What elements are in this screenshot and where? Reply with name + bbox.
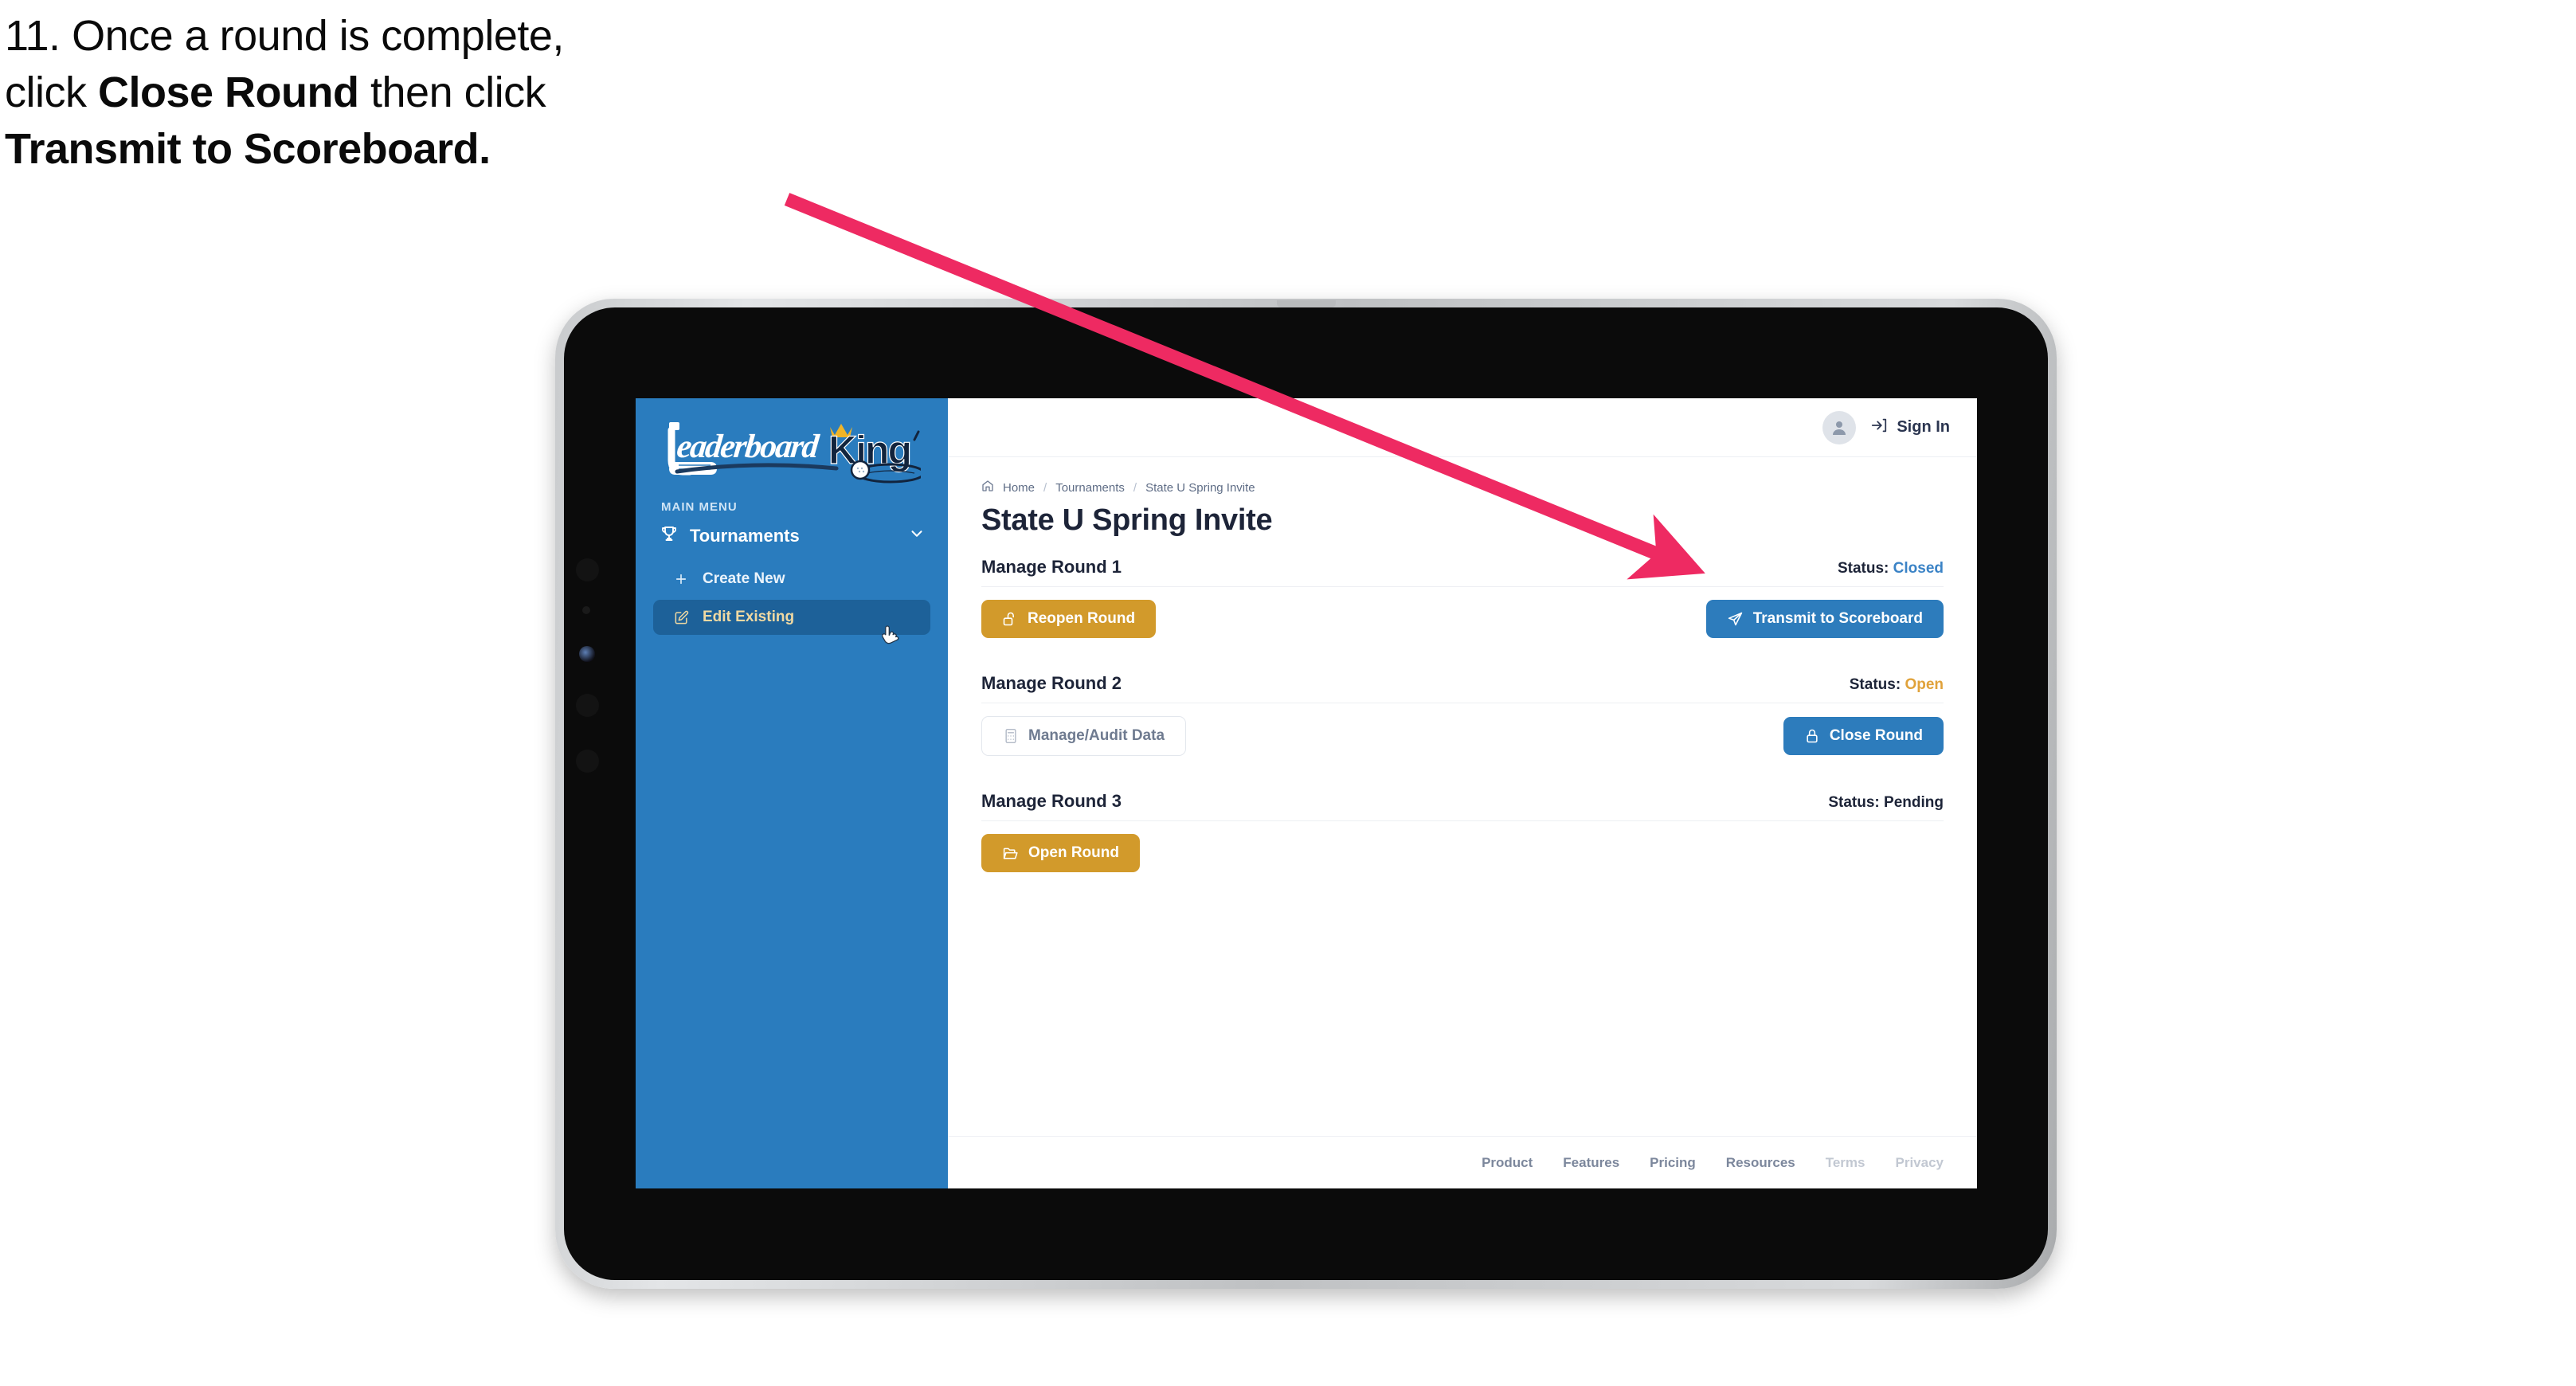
footer-link-terms[interactable]: Terms [1826, 1155, 1865, 1171]
sidebar-item-tournaments[interactable]: Tournaments [636, 514, 948, 558]
status-label: Status: [1849, 676, 1901, 693]
round-title: Manage Round 1 [981, 557, 1122, 577]
lock-icon [1804, 728, 1820, 744]
pointing-hand-cursor-icon [880, 624, 904, 652]
caption-line-3: Transmit to Scoreboard. [5, 127, 881, 170]
svg-text:eaderboard: eaderboard [675, 428, 821, 465]
round-header: Manage Round 2 Status: Open [981, 673, 1944, 703]
user-avatar-icon[interactable] [1822, 410, 1857, 444]
close-round-button[interactable]: Close Round [1783, 717, 1944, 755]
button-label: Open Round [1028, 844, 1119, 861]
open-round-button[interactable]: Open Round [981, 834, 1140, 872]
tablet-side-button-2 [576, 694, 599, 717]
round-section-2: Manage Round 2 Status: Open Manage/Audit… [981, 673, 1944, 756]
edit-pencil-icon [672, 610, 690, 625]
sidebar-item-label: Edit Existing [703, 609, 795, 625]
tablet-camera-lens [579, 646, 595, 662]
button-label: Reopen Round [1028, 610, 1136, 627]
sidebar-item-label: Create New [703, 570, 785, 587]
plus-icon [672, 572, 690, 586]
sidebar-section-label: MAIN MENU [661, 500, 738, 514]
caption-line-2-bold: Close Round [98, 69, 359, 116]
sign-in-label: Sign In [1897, 418, 1950, 436]
sidebar: eaderboard King King MAIN MENU Tournamen… [636, 398, 948, 1188]
caption-line-1: 11. Once a round is complete, [5, 12, 564, 60]
home-icon[interactable] [981, 480, 994, 495]
paper-plane-icon [1727, 611, 1744, 628]
sidebar-item-label: Tournaments [690, 526, 800, 546]
status-badge: Status: Open [1850, 676, 1944, 694]
footer: Product Features Pricing Resources Terms… [948, 1136, 1977, 1188]
round-header: Manage Round 3 Status: Pending [981, 791, 1944, 821]
breadcrumb-item-tournaments[interactable]: Tournaments [1055, 481, 1125, 495]
round-header: Manage Round 1 Status: Closed [981, 557, 1944, 587]
login-arrow-icon [1870, 417, 1888, 439]
tablet-side-button-1 [576, 558, 599, 581]
main-panel: Sign In Home / Tournaments / State U Spr… [948, 398, 1977, 1188]
status-value: Closed [1893, 560, 1944, 577]
sign-in-button[interactable]: Sign In [1870, 417, 1950, 439]
round-title: Manage Round 3 [981, 791, 1122, 811]
app-screen: eaderboard King King MAIN MENU Tournamen… [636, 398, 1977, 1188]
round-actions: Manage/Audit Data Close Round [981, 716, 1944, 756]
tablet-side-button-3 [576, 750, 599, 773]
top-bar: Sign In [948, 398, 1977, 457]
button-label: Transmit to Scoreboard [1752, 610, 1923, 627]
round-section-1: Manage Round 1 Status: Closed Reopen Rou… [981, 557, 1944, 638]
footer-link-product[interactable]: Product [1482, 1155, 1533, 1171]
unlock-icon [1002, 611, 1018, 627]
caption-line-2-post: then click [358, 69, 546, 116]
status-badge: Status: Closed [1838, 560, 1944, 578]
status-label: Status: [1828, 794, 1880, 811]
open-folder-icon [1002, 845, 1019, 862]
content-area: Home / Tournaments / State U Spring Invi… [948, 457, 1977, 1136]
caption-line-2: click Close Round then click [5, 71, 881, 114]
round-section-3: Manage Round 3 Status: Pending Open Roun… [981, 791, 1944, 872]
button-label: Close Round [1829, 727, 1923, 744]
calculator-icon [1003, 728, 1019, 744]
page-title: State U Spring Invite [981, 503, 1273, 537]
tablet-top-notch [1276, 300, 1336, 307]
breadcrumb-item-home[interactable]: Home [1003, 481, 1035, 495]
tablet-sensor-dot [582, 606, 590, 614]
manage-audit-data-button[interactable]: Manage/Audit Data [981, 716, 1187, 756]
footer-link-privacy[interactable]: Privacy [1896, 1155, 1944, 1171]
footer-link-features[interactable]: Features [1563, 1155, 1619, 1171]
footer-link-pricing[interactable]: Pricing [1650, 1155, 1696, 1171]
transmit-to-scoreboard-button[interactable]: Transmit to Scoreboard [1705, 600, 1944, 638]
instruction-caption: 11. Once a round is complete, click Clos… [5, 14, 881, 184]
round-title: Manage Round 2 [981, 673, 1122, 693]
round-actions: Reopen Round Transmit to Scoreboard [981, 600, 1944, 638]
breadcrumb-separator: / [1043, 480, 1047, 495]
breadcrumb-separator: / [1133, 480, 1137, 495]
caption-line-3-bold: Transmit to Scoreboard. [5, 125, 491, 173]
caption-line-2-pre: click [5, 69, 98, 116]
status-badge: Status: Pending [1828, 794, 1944, 812]
footer-link-resources[interactable]: Resources [1726, 1155, 1795, 1171]
chevron-down-icon[interactable] [908, 525, 926, 547]
breadcrumb: Home / Tournaments / State U Spring Invi… [981, 480, 1944, 495]
trophy-icon [660, 524, 679, 548]
button-label: Manage/Audit Data [1028, 727, 1165, 744]
status-value: Open [1905, 676, 1944, 693]
round-actions: Open Round [981, 834, 1944, 872]
sidebar-item-create-new[interactable]: Create New [653, 562, 930, 597]
reopen-round-button[interactable]: Reopen Round [981, 600, 1157, 638]
status-label: Status: [1837, 560, 1889, 577]
breadcrumb-item-current: State U Spring Invite [1145, 480, 1255, 495]
status-value: Pending [1884, 794, 1944, 811]
leaderboardking-logo[interactable]: eaderboard King King [636, 398, 948, 487]
